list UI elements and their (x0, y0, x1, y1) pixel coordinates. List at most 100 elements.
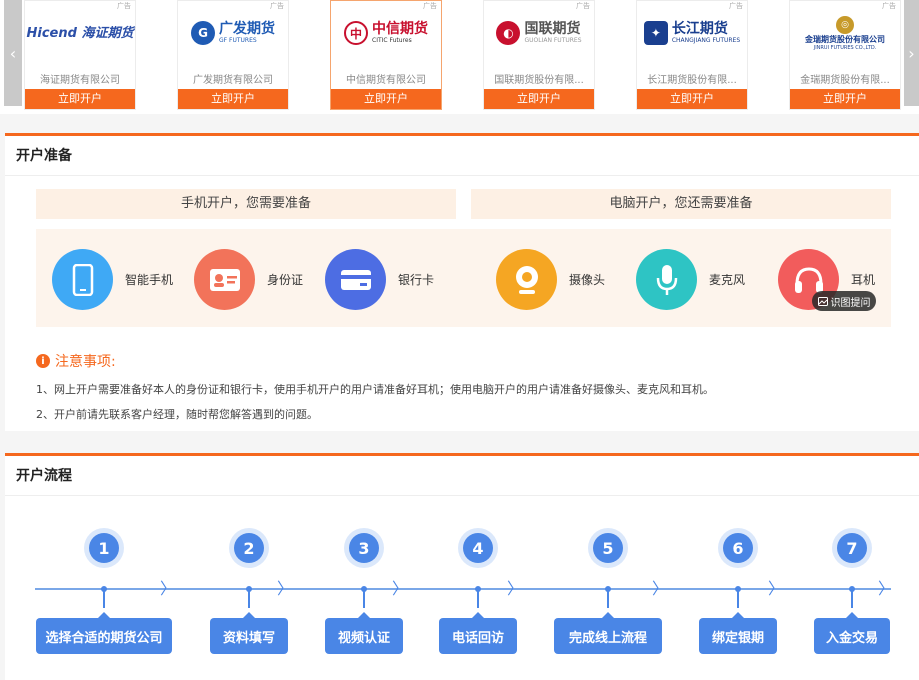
step-number-text: 3 (349, 533, 379, 563)
microphone-icon (636, 249, 697, 310)
open-account-button[interactable]: 立即开户 (25, 89, 135, 109)
flow-arrow-icon: 〉 (652, 579, 669, 598)
broker-logo-en: JINRUI FUTURES CO.,LTD. (813, 44, 877, 51)
prep-item-camera: 摄像头 (496, 249, 605, 310)
prep-item-label: 摄像头 (569, 273, 606, 287)
broker-logo-en: GUOLIAN FUTURES (524, 37, 582, 44)
step-number-text: 5 (593, 533, 623, 563)
bank-card-icon (325, 249, 386, 310)
broker-card-jinrui[interactable]: 广告 ◎ 金瑞期货股份有限公司 JINRUI FUTURES CO.,LTD. 金… (789, 0, 901, 110)
step-label: 视频认证 (325, 612, 403, 654)
changjiang-logo-icon: ✦ (643, 21, 668, 45)
open-account-button[interactable]: 立即开户 (790, 89, 900, 109)
carousel-next-button[interactable]: › (904, 0, 919, 106)
step-number: 7 (832, 528, 872, 568)
flow-arrow-icon: 〉 (160, 579, 177, 598)
broker-logo-text: 广发期货 (219, 21, 275, 37)
open-account-button[interactable]: 立即开户 (484, 89, 594, 109)
section-title: 开户流程 (5, 456, 919, 496)
ad-badge: 广告 (576, 2, 590, 10)
broker-logo-text: 中信期货 (372, 21, 428, 37)
broker-name: 广发期货有限公司 (193, 75, 273, 86)
timeline-connector (477, 588, 479, 608)
timeline-connector (103, 588, 105, 608)
step-number-text: 4 (463, 533, 493, 563)
guolian-logo-icon: ◐ (496, 21, 521, 45)
timeline-connector (607, 588, 609, 608)
flow-arrow-icon: 〉 (507, 579, 524, 598)
step-number-text: 6 (723, 533, 753, 563)
broker-card-citic[interactable]: 广告 中 中信期货 CITIC Futures 中信期货有限公司 立即开户 (330, 0, 442, 110)
flow-arrow-icon: 〉 (878, 579, 895, 598)
ad-badge: 广告 (882, 2, 896, 10)
step-number: 6 (718, 528, 758, 568)
step-number-text: 1 (89, 533, 119, 563)
prep-item-phone: 智能手机 (52, 249, 173, 310)
broker-logo-text: 国联期货 (524, 21, 581, 37)
image-question-button[interactable]: 识图提问 (812, 291, 876, 311)
broker-name: 金瑞期货股份有限... (800, 75, 890, 86)
id-card-icon (194, 249, 255, 310)
step-label: 选择合适的期货公司 (36, 612, 172, 654)
broker-card-guolian[interactable]: 广告 ◐ 国联期货 GUOLIAN FUTURES 国联期货股份有限... 立即开… (483, 0, 595, 110)
open-account-button[interactable]: 立即开户 (637, 89, 747, 109)
broker-name: 海证期货有限公司 (40, 75, 120, 86)
step-label: 绑定银期 (699, 612, 777, 654)
flow-arrow-icon: 〉 (768, 579, 785, 598)
step-number: 1 (84, 528, 124, 568)
broker-logo: Hicend 海证期货 (25, 11, 135, 55)
citic-logo-icon: 中 (344, 21, 368, 45)
notice-heading: i 注意事项: (36, 351, 116, 371)
gf-logo-icon: G (191, 21, 215, 45)
step-label: 入金交易 (814, 612, 890, 654)
timeline-connector (737, 588, 739, 608)
step-label: 资料填写 (210, 612, 288, 654)
broker-name: 中信期货有限公司 (346, 75, 426, 86)
prep-item-microphone: 麦克风 (636, 249, 745, 310)
broker-logo: 中 中信期货 CITIC Futures (331, 11, 441, 55)
open-account-button[interactable]: 立即开户 (331, 89, 441, 109)
broker-logo: G 广发期货 GF FUTURES (178, 11, 288, 55)
broker-logo: ◐ 国联期货 GUOLIAN FUTURES (484, 11, 594, 55)
broker-logo: ◎ 金瑞期货股份有限公司 JINRUI FUTURES CO.,LTD. (790, 11, 900, 55)
step-number: 4 (458, 528, 498, 568)
step-label: 电话回访 (439, 612, 517, 654)
prep-item-label: 麦克风 (709, 273, 746, 287)
broker-logo-text: Hicend 海证期货 (26, 25, 134, 41)
carousel-prev-button[interactable]: ‹ (4, 0, 22, 106)
open-account-button[interactable]: 立即开户 (178, 89, 288, 109)
chevron-left-icon: ‹ (9, 43, 17, 63)
jinrui-logo-icon: ◎ (836, 15, 854, 34)
camera-icon (496, 249, 557, 310)
broker-name: 国联期货股份有限... (494, 75, 584, 86)
flow-arrow-icon: 〉 (277, 579, 294, 598)
broker-card-gf[interactable]: 广告 G 广发期货 GF FUTURES 广发期货有限公司 立即开户 (177, 0, 289, 110)
chevron-right-icon: › (908, 43, 915, 63)
info-icon: i (36, 354, 50, 368)
pc-prep-heading: 电脑开户，您还需要准备 (471, 189, 891, 219)
ad-badge: 广告 (270, 2, 284, 10)
prep-item-label: 智能手机 (125, 273, 174, 287)
broker-logo-en: CHANGJIANG FUTURES (671, 37, 741, 44)
timeline-connector (363, 588, 365, 608)
step-number: 5 (588, 528, 628, 568)
mobile-prep-heading: 手机开户，您需要准备 (36, 189, 456, 219)
account-prep-section: 开户准备 手机开户，您需要准备 电脑开户，您还需要准备 智能手机 身份证 银行卡 (5, 133, 919, 431)
image-icon (817, 296, 828, 306)
ad-badge: 广告 (117, 2, 131, 10)
broker-card-changjiang[interactable]: 广告 ✦ 长江期货 CHANGJIANG FUTURES 长江期货股份有限... … (636, 0, 748, 110)
flow-arrow-icon: 〉 (392, 579, 409, 598)
step-number-text: 7 (837, 533, 867, 563)
prep-item-bank-card: 银行卡 (325, 249, 434, 310)
prep-items-bar: 智能手机 身份证 银行卡 摄像头 麦克风 耳机 (36, 229, 891, 327)
broker-logo-text: 金瑞期货股份有限公司 (805, 34, 885, 44)
broker-card-haizheng[interactable]: 广告 Hicend 海证期货 海证期货有限公司 立即开户 (24, 0, 136, 110)
prep-item-label: 身份证 (267, 273, 304, 287)
broker-carousel: ‹ 广告 Hicend 海证期货 海证期货有限公司 立即开户 广告 G 广发期货… (0, 0, 919, 114)
broker-logo-en: CITIC Futures (372, 37, 412, 44)
broker-logo-text: 长江期货 (671, 21, 728, 37)
prep-item-label: 银行卡 (398, 273, 435, 287)
timeline-connector (851, 588, 853, 608)
broker-logo: ✦ 长江期货 CHANGJIANG FUTURES (637, 11, 747, 55)
broker-logo-en: GF FUTURES (219, 37, 257, 44)
